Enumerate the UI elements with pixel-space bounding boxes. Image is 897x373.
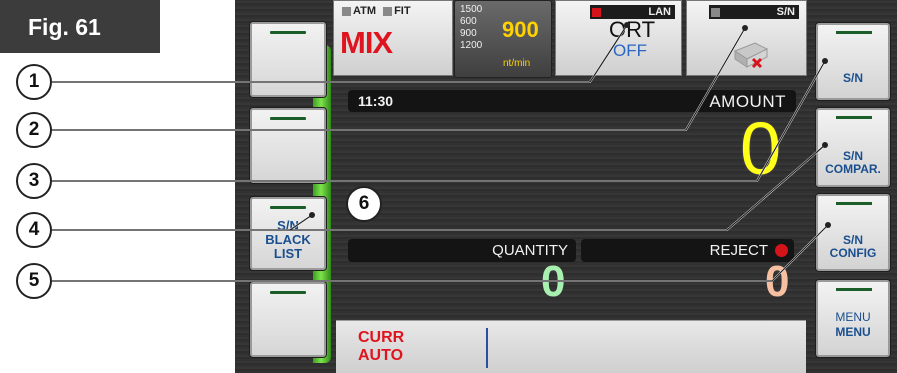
callout-line-1	[52, 24, 628, 83]
callout-5: 5	[16, 263, 52, 299]
callout-lines	[52, 22, 831, 282]
callout-line-3	[52, 60, 826, 182]
callout-3: 3	[16, 163, 52, 199]
callout-6: 6	[346, 186, 382, 222]
callout-4: 4	[16, 212, 52, 248]
callout-line-5	[52, 224, 829, 282]
callout-line-2	[52, 27, 746, 131]
callout-2: 2	[16, 112, 52, 148]
callout-line-4	[52, 144, 826, 231]
callout-1: 1	[16, 64, 52, 100]
